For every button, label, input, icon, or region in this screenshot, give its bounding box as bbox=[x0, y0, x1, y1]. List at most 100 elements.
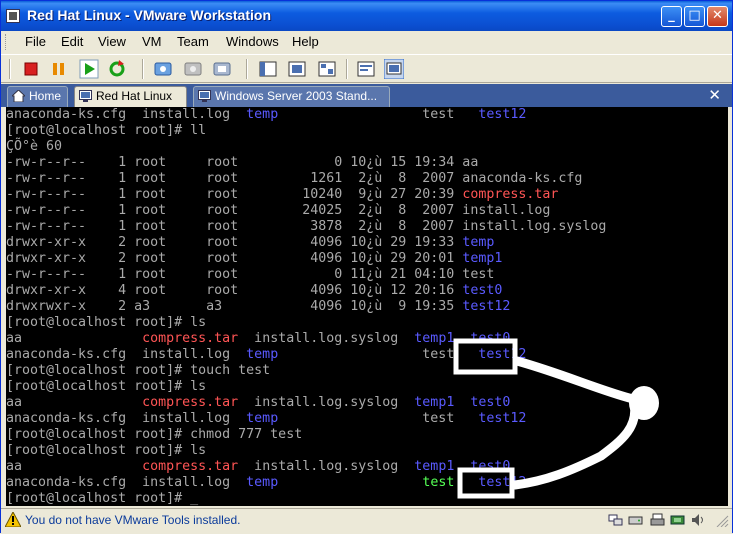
terminal-text: drwxr-xr-x 2 root root 4096 10¿ù 29 19:3… bbox=[6, 235, 463, 250]
quick-switch-icon[interactable] bbox=[258, 59, 278, 79]
usb-icon[interactable] bbox=[670, 513, 685, 527]
minimize-button[interactable]: _ bbox=[661, 6, 682, 27]
terminal-text: test0 bbox=[470, 331, 511, 346]
terminal-text: [root@localhost root]# ls bbox=[6, 443, 207, 458]
terminal-text: test12 bbox=[478, 475, 527, 490]
terminal-text: temp bbox=[246, 107, 279, 122]
terminal-text: install.log.syslog bbox=[238, 459, 415, 474]
reset-icon[interactable] bbox=[107, 59, 127, 79]
menu-view[interactable]: View bbox=[98, 34, 126, 49]
terminal-text: temp bbox=[246, 347, 279, 362]
toolbar-separator bbox=[246, 59, 248, 79]
home-icon bbox=[12, 90, 25, 102]
terminal-line: [root@localhost root]# chmod 777 test bbox=[6, 427, 728, 443]
terminal-text: temp bbox=[462, 235, 495, 250]
maximize-button[interactable]: □ bbox=[684, 6, 705, 27]
terminal-text: test12 bbox=[478, 107, 527, 122]
terminal-line: anaconda-ks.cfg install.log temp test te… bbox=[6, 475, 728, 491]
close-button[interactable]: ✕ bbox=[707, 6, 728, 27]
terminal-text: temp1 bbox=[414, 459, 455, 474]
vm-icon bbox=[198, 90, 211, 102]
tab-home[interactable]: Home bbox=[7, 86, 68, 107]
close-tab-icon[interactable]: ✕ bbox=[708, 86, 721, 104]
network-icon[interactable] bbox=[608, 513, 623, 527]
terminal-line: drwxrwxr-x 2 a3 a3 4096 10¿ù 9 19:35 tes… bbox=[6, 299, 728, 315]
menu-file[interactable]: File bbox=[25, 34, 46, 49]
warning-icon bbox=[5, 512, 21, 527]
terminal-text: temp1 bbox=[414, 395, 455, 410]
toolbar-separator bbox=[142, 59, 144, 79]
menu-grip bbox=[5, 34, 9, 50]
terminal-text: anaconda-ks.cfg install.log bbox=[6, 347, 247, 362]
terminal-line: [root@localhost root]# ll bbox=[6, 123, 728, 139]
full-screen-icon[interactable] bbox=[287, 59, 307, 79]
terminal-text: compress.tar bbox=[142, 331, 239, 346]
menu-edit[interactable]: Edit bbox=[61, 34, 83, 49]
terminal-line: -rw-r--r-- 1 root root 1261 2¿ù 8 2007 a… bbox=[6, 171, 728, 187]
tab-red-hat-linux[interactable]: Red Hat Linux bbox=[74, 86, 187, 107]
terminal-text: -rw-r--r-- 1 root root 0 10¿ù 15 19:34 a… bbox=[6, 155, 479, 170]
terminal-text: aa bbox=[6, 459, 143, 474]
terminal-line: [root@localhost root]# ls bbox=[6, 379, 728, 395]
status-bar: You do not have VMware Tools installed. bbox=[1, 508, 732, 533]
terminal-text: test0 bbox=[470, 395, 511, 410]
snapshot-icon[interactable] bbox=[153, 59, 173, 79]
terminal-text: [root@localhost root]# ls bbox=[6, 379, 207, 394]
terminal-line: drwxr-xr-x 2 root root 4096 10¿ù 29 20:0… bbox=[6, 251, 728, 267]
terminal-text: test12 bbox=[462, 299, 511, 314]
terminal-text: test0 bbox=[470, 459, 511, 474]
terminal-line: aa compress.tar install.log.syslog temp1… bbox=[6, 331, 728, 347]
terminal-text: temp1 bbox=[414, 331, 455, 346]
terminal-text: anaconda-ks.cfg install.log bbox=[6, 107, 247, 122]
terminal-text: -rw-r--r-- 1 root root 1261 2¿ù 8 2007 a… bbox=[6, 171, 583, 186]
terminal-text: [root@localhost root]# chmod 777 test bbox=[6, 427, 303, 442]
suspend-icon[interactable] bbox=[49, 59, 69, 79]
tab-windows-server-2003-label: Windows Server 2003 Stand... bbox=[215, 89, 378, 103]
title-bar[interactable]: Red Hat Linux - VMware Workstation _ □ ✕ bbox=[1, 1, 732, 31]
tab-windows-server-2003[interactable]: Windows Server 2003 Stand... bbox=[193, 86, 390, 107]
resize-grip-icon[interactable] bbox=[714, 513, 729, 527]
vm-console[interactable]: anaconda-ks.cfg install.log temp test te… bbox=[6, 107, 728, 506]
terminal-line: -rw-r--r-- 1 root root 0 11¿ù 21 04:10 t… bbox=[6, 267, 728, 283]
sound-icon[interactable] bbox=[691, 513, 706, 527]
terminal-line: [root@localhost root]# ls bbox=[6, 315, 728, 331]
summary-view-icon[interactable] bbox=[356, 59, 376, 79]
terminal-text: aa bbox=[6, 395, 143, 410]
toolbar-grip bbox=[9, 59, 11, 79]
hard-disk-icon[interactable] bbox=[628, 513, 643, 527]
terminal-text: [root@localhost root]# touch test bbox=[6, 363, 271, 378]
terminal-text: -rw-r--r-- 1 root root 10240 9¿ù 27 20:3… bbox=[6, 187, 463, 202]
menu-help[interactable]: Help bbox=[292, 34, 319, 49]
printer-icon[interactable] bbox=[650, 513, 665, 527]
menu-windows[interactable]: Windows bbox=[226, 34, 279, 49]
terminal-text: [root@localhost root]# ls bbox=[6, 315, 207, 330]
terminal-text: temp1 bbox=[462, 251, 503, 266]
terminal-line: drwxr-xr-x 2 root root 4096 10¿ù 29 19:3… bbox=[6, 235, 728, 251]
vmware-app-icon bbox=[6, 9, 20, 23]
terminal-text: drwxr-xr-x 2 root root 4096 10¿ù 29 20:0… bbox=[6, 251, 463, 266]
tab-red-hat-linux-label: Red Hat Linux bbox=[96, 89, 173, 103]
power-off-icon[interactable] bbox=[21, 59, 41, 79]
terminal-text: anaconda-ks.cfg install.log bbox=[6, 411, 247, 426]
power-on-icon[interactable] bbox=[79, 59, 99, 79]
terminal-text: -rw-r--r-- 1 root root 3878 2¿ù 8 2007 i… bbox=[6, 219, 607, 234]
revert-snapshot-icon[interactable] bbox=[183, 59, 203, 79]
console-view-icon[interactable] bbox=[384, 59, 404, 79]
terminal-text: test bbox=[278, 107, 479, 122]
unity-icon[interactable] bbox=[317, 59, 337, 79]
terminal-line: [root@localhost root]# _ bbox=[6, 491, 728, 506]
menu-vm[interactable]: VM bbox=[142, 34, 162, 49]
terminal-text: ÇÕ°è 60 bbox=[6, 139, 63, 154]
status-message[interactable]: You do not have VMware Tools installed. bbox=[25, 513, 240, 527]
terminal-text: aa bbox=[6, 331, 143, 346]
terminal-text: drwxrwxr-x 2 a3 a3 4096 10¿ù 9 19:35 bbox=[6, 299, 463, 314]
terminal-line: ÇÕ°è 60 bbox=[6, 139, 728, 155]
terminal-text: [root@localhost root]# ll bbox=[6, 123, 207, 138]
snapshot-manager-icon[interactable] bbox=[212, 59, 232, 79]
terminal-text: test bbox=[278, 347, 479, 362]
menu-team[interactable]: Team bbox=[177, 34, 209, 49]
terminal-line: anaconda-ks.cfg install.log temp test te… bbox=[6, 347, 728, 363]
